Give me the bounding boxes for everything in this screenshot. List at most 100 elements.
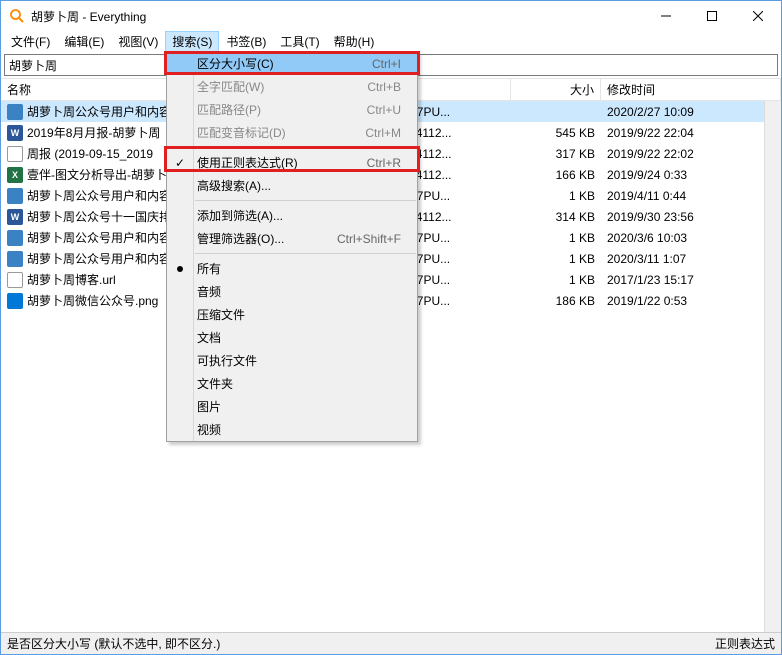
menu-item-label: 全字匹配(W) <box>197 78 367 95</box>
menu-item-shortcut: Ctrl+Shift+F <box>337 232 417 246</box>
file-name-text: 胡萝卜周公众号用户和内容 <box>27 187 171 204</box>
menu-item-5[interactable]: 工具(T) <box>273 31 326 52</box>
docx-file-icon: W <box>7 209 23 225</box>
menu-item-label: 添加到筛选(A)... <box>197 207 417 224</box>
file-date-cell: 2019/9/22 22:02 <box>601 147 781 161</box>
menu-item-6[interactable]: 帮助(H) <box>327 31 382 52</box>
file-size-cell: 1 KB <box>511 273 601 287</box>
menu-item-label: 文件夹 <box>197 375 417 392</box>
file-name-text: 壹伴-图文分析导出-胡萝卜 <box>27 166 167 183</box>
file-date-cell: 2019/9/30 23:56 <box>601 210 781 224</box>
km-file-icon <box>7 104 23 120</box>
menu-item-label: 图片 <box>197 398 417 415</box>
window-controls <box>643 1 781 31</box>
file-date-cell: 2017/1/23 15:17 <box>601 273 781 287</box>
menu-item[interactable]: 压缩文件 <box>167 303 417 326</box>
file-name-text: 2019年8月月报-胡萝卜周 <box>27 124 160 141</box>
menu-item[interactable]: 全字匹配(W)Ctrl+B <box>167 75 417 98</box>
file-date-cell: 2020/3/6 10:03 <box>601 231 781 245</box>
menu-item-1[interactable]: 编辑(E) <box>57 31 111 52</box>
menu-item-shortcut: Ctrl+I <box>372 57 417 71</box>
menu-item-label: 管理筛选器(O)... <box>197 230 337 247</box>
search-menu-dropdown: 区分大小写(C)Ctrl+I全字匹配(W)Ctrl+B匹配路径(P)Ctrl+U… <box>166 51 418 442</box>
menu-item[interactable]: 匹配路径(P)Ctrl+U <box>167 98 417 121</box>
file-name-text: 胡萝卜周博客.url <box>27 271 116 288</box>
km-file-icon <box>7 230 23 246</box>
file-name-text: 胡萝卜周公众号用户和内容 <box>27 103 171 120</box>
menu-item[interactable]: 音频 <box>167 280 417 303</box>
menu-item-label: 压缩文件 <box>197 306 417 323</box>
menu-item[interactable]: 图片 <box>167 395 417 418</box>
menu-item[interactable]: ✓使用正则表达式(R)Ctrl+R <box>167 151 417 174</box>
menu-item-2[interactable]: 视图(V) <box>111 31 165 52</box>
menu-item-shortcut: Ctrl+U <box>367 103 417 117</box>
menu-item-label: 文档 <box>197 329 417 346</box>
menu-item[interactable]: 所有 <box>167 257 417 280</box>
menu-item-label: 音频 <box>197 283 417 300</box>
menu-item-shortcut: Ctrl+B <box>367 80 417 94</box>
file-size-cell: 1 KB <box>511 189 601 203</box>
file-name-text: 周报 (2019-09-15_2019 <box>27 145 153 162</box>
docx-file-icon: W <box>7 125 23 141</box>
menu-item-4[interactable]: 书签(B) <box>219 31 273 52</box>
menu-item[interactable]: 管理筛选器(O)...Ctrl+Shift+F <box>167 227 417 250</box>
menu-item-label: 使用正则表达式(R) <box>197 154 367 171</box>
file-size-cell: 166 KB <box>511 168 601 182</box>
menu-separator <box>195 253 416 254</box>
search-value: 胡萝卜周 <box>9 57 57 74</box>
menu-item-shortcut: Ctrl+R <box>367 156 417 170</box>
minimize-button[interactable] <box>643 1 689 31</box>
menu-item[interactable]: 区分大小写(C)Ctrl+I <box>167 52 417 75</box>
file-date-cell: 2019/1/22 0:53 <box>601 294 781 308</box>
png-file-icon <box>7 293 23 309</box>
menu-bar: 文件(F)编辑(E)视图(V)搜索(S)书签(B)工具(T)帮助(H) <box>1 31 781 52</box>
file-date-cell: 2019/9/22 22:04 <box>601 126 781 140</box>
file-name-text: 胡萝卜周公众号十一国庆排 <box>27 208 171 225</box>
xlsx-file-icon: X <box>7 167 23 183</box>
file-size-cell: 1 KB <box>511 252 601 266</box>
file-date-cell: 2019/9/24 0:33 <box>601 168 781 182</box>
file-size-cell: 317 KB <box>511 147 601 161</box>
file-name-text: 胡萝卜周微信公众号.png <box>27 292 158 309</box>
menu-item[interactable]: 可执行文件 <box>167 349 417 372</box>
menu-item[interactable]: 文件夹 <box>167 372 417 395</box>
column-date[interactable]: 修改时间 <box>601 79 781 100</box>
menu-item-label: 所有 <box>197 260 417 277</box>
km-file-icon <box>7 188 23 204</box>
menu-item-label: 可执行文件 <box>197 352 417 369</box>
menu-item-shortcut: Ctrl+M <box>365 126 417 140</box>
menu-item[interactable]: 视频 <box>167 418 417 441</box>
url-file-icon <box>7 272 23 288</box>
file-date-cell: 2020/3/11 1:07 <box>601 252 781 266</box>
scrollbar-vertical[interactable] <box>764 101 781 632</box>
file-date-cell: 2019/4/11 0:44 <box>601 189 781 203</box>
menu-separator <box>195 147 416 148</box>
status-bar: 是否区分大小写 (默认不选中, 即不区分.) 正则表达式 <box>1 632 781 654</box>
status-left: 是否区分大小写 (默认不选中, 即不区分.) <box>7 635 715 652</box>
menu-item[interactable]: 高级搜索(A)... <box>167 174 417 197</box>
menu-item-label: 匹配变音标记(D) <box>197 124 365 141</box>
file-name-text: 胡萝卜周公众号用户和内容 <box>27 250 171 267</box>
maximize-button[interactable] <box>689 1 735 31</box>
menu-item[interactable]: 添加到筛选(A)... <box>167 204 417 227</box>
menu-item[interactable]: 文档 <box>167 326 417 349</box>
menu-item[interactable]: 匹配变音标记(D)Ctrl+M <box>167 121 417 144</box>
txt-file-icon <box>7 146 23 162</box>
km-file-icon <box>7 251 23 267</box>
menu-item-3[interactable]: 搜索(S) <box>165 31 219 52</box>
menu-separator <box>195 200 416 201</box>
file-size-cell: 1 KB <box>511 231 601 245</box>
menu-item-0[interactable]: 文件(F) <box>4 31 57 52</box>
menu-item-label: 匹配路径(P) <box>197 101 367 118</box>
menu-item-label: 高级搜索(A)... <box>197 177 417 194</box>
app-icon <box>9 8 25 24</box>
file-date-cell: 2020/2/27 10:09 <box>601 105 781 119</box>
bullet-icon <box>177 266 183 272</box>
file-size-cell: 314 KB <box>511 210 601 224</box>
title-bar: 胡萝卜周 - Everything <box>1 1 781 31</box>
file-size-cell: 545 KB <box>511 126 601 140</box>
file-size-cell: 186 KB <box>511 294 601 308</box>
menu-item-label: 视频 <box>197 421 417 438</box>
column-size[interactable]: 大小 <box>511 79 601 100</box>
close-button[interactable] <box>735 1 781 31</box>
